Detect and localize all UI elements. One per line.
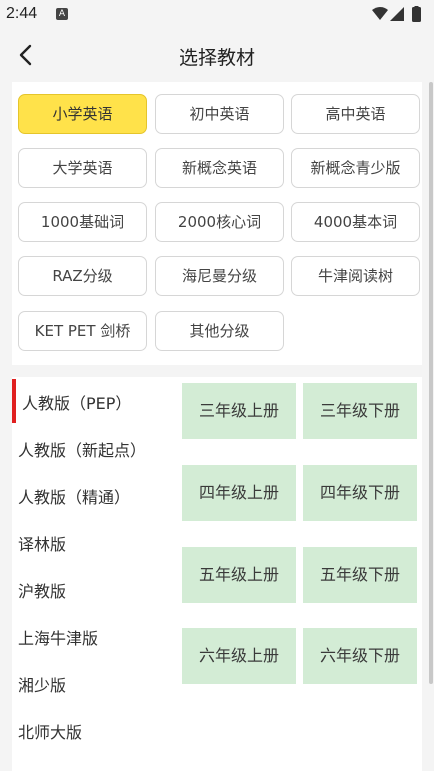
publisher-item[interactable]: 沪教版 bbox=[18, 578, 66, 602]
grade-tile[interactable]: 五年级上册 bbox=[182, 547, 296, 603]
category-chip[interactable]: 新概念青少版 bbox=[291, 148, 420, 188]
category-chip[interactable]: 海尼曼分级 bbox=[155, 256, 284, 296]
grade-tile[interactable]: 四年级上册 bbox=[182, 465, 296, 521]
notification-icon: A bbox=[56, 8, 68, 20]
publisher-item[interactable]: 北师大版 bbox=[18, 719, 82, 743]
category-chip[interactable]: 新概念英语 bbox=[155, 148, 284, 188]
signal-icon bbox=[390, 7, 404, 21]
category-chip[interactable]: 2000核心词 bbox=[155, 202, 284, 242]
category-chip[interactable]: 高中英语 bbox=[291, 94, 420, 134]
page-title: 选择教材 bbox=[178, 47, 255, 69]
publisher-item[interactable]: 人教版（新起点） bbox=[18, 437, 146, 461]
category-chip[interactable]: 其他分级 bbox=[155, 311, 284, 351]
category-chip[interactable]: 1000基础词 bbox=[18, 202, 147, 242]
publisher-item[interactable]: 湘少版 bbox=[18, 672, 66, 696]
category-chip[interactable]: KET PET 剑桥 bbox=[18, 311, 147, 351]
publisher-item[interactable]: 人教版（精通） bbox=[18, 484, 130, 508]
category-grid: 小学英语 初中英语 高中英语 大学英语 新概念英语 新概念青少版 1000基础词… bbox=[12, 82, 422, 365]
grade-tile[interactable]: 五年级下册 bbox=[303, 547, 417, 603]
scrollbar[interactable] bbox=[429, 82, 433, 684]
wifi-icon bbox=[372, 7, 388, 20]
category-chip[interactable]: 牛津阅读树 bbox=[291, 256, 420, 296]
grade-tile[interactable]: 四年级下册 bbox=[303, 465, 417, 521]
system-status-icons bbox=[372, 6, 421, 22]
category-chip[interactable]: RAZ分级 bbox=[18, 256, 147, 296]
grade-tile[interactable]: 六年级上册 bbox=[182, 628, 296, 684]
category-chip[interactable]: 小学英语 bbox=[18, 94, 147, 134]
textbook-selector: 人教版（PEP） 人教版（新起点） 人教版（精通） 译林版 沪教版 上海牛津版 … bbox=[12, 377, 422, 771]
category-chip[interactable]: 初中英语 bbox=[155, 94, 284, 134]
battery-icon bbox=[412, 7, 421, 22]
publisher-item[interactable]: 上海牛津版 bbox=[18, 625, 98, 649]
publisher-item[interactable]: 人教版（PEP） bbox=[22, 390, 131, 414]
category-chip[interactable]: 大学英语 bbox=[18, 148, 147, 188]
status-time: 2:44 bbox=[6, 5, 38, 22]
status-bar: 2:44 A bbox=[0, 0, 434, 30]
app-header: 选择教材 bbox=[0, 30, 434, 80]
publisher-item[interactable]: 译林版 bbox=[18, 531, 66, 555]
grade-tile[interactable]: 三年级上册 bbox=[182, 383, 296, 439]
category-chip[interactable]: 4000基本词 bbox=[291, 202, 420, 242]
selected-publisher-indicator bbox=[12, 379, 16, 423]
grade-tile[interactable]: 三年级下册 bbox=[303, 383, 417, 439]
grade-tile[interactable]: 六年级下册 bbox=[303, 628, 417, 684]
